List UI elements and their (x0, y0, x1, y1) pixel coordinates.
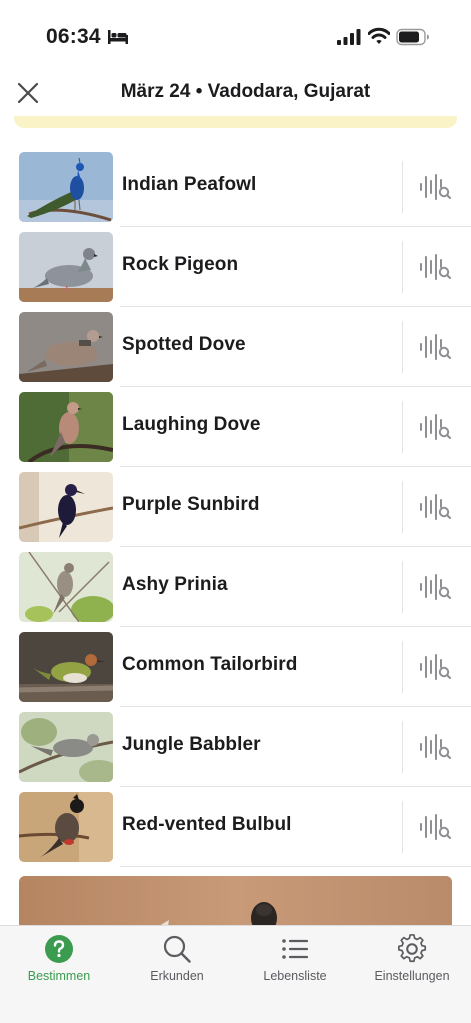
bird-name: Jungle Babbler (122, 734, 261, 755)
list-item[interactable]: Ashy Prinia (0, 547, 471, 627)
bird-name: Red-vented Bulbul (122, 814, 292, 835)
bed-icon (108, 30, 128, 44)
bird-photo (19, 312, 113, 382)
gear-icon (398, 934, 427, 963)
bird-photo (19, 632, 113, 702)
bird-photo (19, 792, 113, 862)
list-item[interactable]: Red-vented Bulbul (0, 787, 471, 867)
sound-id-icon[interactable] (418, 651, 452, 683)
bird-photo (19, 472, 113, 542)
tab-einstellungen[interactable]: Einstellungen (353, 934, 471, 996)
bird-photo (19, 712, 113, 782)
divider (402, 401, 403, 453)
list-item[interactable]: Rock Pigeon (0, 227, 471, 307)
header: März 24 • Vadodara, Gujarat (0, 70, 471, 116)
info-banner[interactable] (14, 116, 457, 128)
divider (402, 641, 403, 693)
tab-label: Einstellungen (374, 969, 450, 983)
divider (402, 561, 403, 613)
bird-name: Indian Peafowl (122, 174, 257, 195)
bird-name: Purple Sunbird (122, 494, 260, 515)
list-item[interactable]: Spotted Dove (0, 307, 471, 387)
divider (402, 481, 403, 533)
close-icon[interactable] (14, 79, 42, 107)
search-icon (163, 935, 191, 963)
tab-erkunden[interactable]: Erkunden (118, 934, 236, 996)
sound-id-icon[interactable] (418, 491, 452, 523)
tab-label: Lebensliste (263, 969, 327, 983)
tab-label: Bestimmen (27, 969, 91, 983)
status-time: 06:34 (46, 25, 101, 48)
wifi-icon (368, 27, 390, 44)
bird-photo (19, 232, 113, 302)
divider (402, 161, 403, 213)
bird-list: Indian Peafowl Rock Pigeon Spotted Dove … (0, 147, 471, 867)
bird-photo (19, 392, 113, 462)
list-item[interactable]: Indian Peafowl (0, 147, 471, 227)
sound-id-icon[interactable] (418, 571, 452, 603)
sound-id-icon[interactable] (418, 331, 452, 363)
bird-name: Rock Pigeon (122, 254, 239, 275)
bird-name: Common Tailorbird (122, 654, 298, 675)
divider (402, 721, 403, 773)
sound-id-icon[interactable] (418, 731, 452, 763)
list-item[interactable]: Common Tailorbird (0, 627, 471, 707)
divider (402, 321, 403, 373)
sound-id-icon[interactable] (418, 251, 452, 283)
tab-bar: Bestimmen Erkunden Lebensliste Einstellu… (0, 925, 471, 1023)
signal-icon (337, 29, 361, 45)
sound-id-icon[interactable] (418, 411, 452, 443)
status-bar: 06:34 (0, 0, 471, 70)
tab-lebensliste[interactable]: Lebensliste (236, 934, 354, 996)
bird-photo (19, 152, 113, 222)
list-item[interactable]: Laughing Dove (0, 387, 471, 467)
sound-id-icon[interactable] (418, 811, 452, 843)
tab-label: Erkunden (150, 969, 204, 983)
divider (402, 241, 403, 293)
bird-photo (19, 552, 113, 622)
bird-name: Ashy Prinia (122, 574, 228, 595)
list-icon (282, 939, 309, 959)
bird-name: Spotted Dove (122, 334, 246, 355)
tab-bestimmen[interactable]: Bestimmen (0, 934, 118, 996)
divider (402, 801, 403, 853)
help-circle-icon (45, 935, 73, 963)
bird-name: Laughing Dove (122, 414, 261, 435)
sound-id-icon[interactable] (418, 171, 452, 203)
battery-icon (396, 28, 429, 46)
page-title: März 24 • Vadodara, Gujarat (120, 81, 371, 102)
list-item[interactable]: Jungle Babbler (0, 707, 471, 787)
list-item[interactable]: Purple Sunbird (0, 467, 471, 547)
